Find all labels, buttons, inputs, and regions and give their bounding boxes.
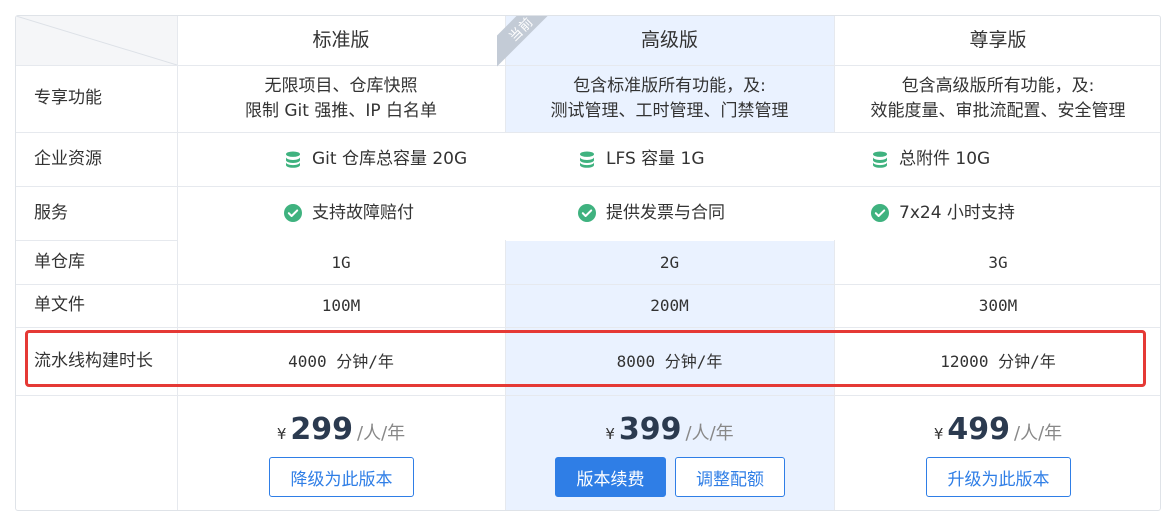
price-unit: /人/年 xyxy=(1014,423,1063,444)
price-standard: ¥ 299 /人/年 xyxy=(177,412,505,452)
service-item-compensation: 支持故障赔付 xyxy=(284,186,574,240)
price-amount-premium: 499 xyxy=(947,412,1011,447)
exclusive-premium-line2: 效能度量、审批流配置、安全管理 xyxy=(870,100,1126,121)
plan-comparison-table: 标准版 高级版 尊享版 当前 专享功能 无限项目、仓库快照 限制 Git 强推、… xyxy=(15,15,1161,511)
database-icon xyxy=(578,150,596,168)
single-file-premium: 300M xyxy=(978,296,1018,315)
pipeline-standard: 4000 分钟/年 xyxy=(288,351,394,371)
row-label-single-file: 单文件 xyxy=(34,295,85,315)
plan-header-standard: 标准版 xyxy=(312,29,370,51)
single-file-advanced: 200M xyxy=(650,296,689,315)
upgrade-button[interactable]: 升级为此版本 xyxy=(926,457,1071,497)
single-file-standard: 100M xyxy=(321,296,361,315)
resource-label-lfs: LFS 容量 1G xyxy=(606,148,705,169)
current-badge: 当前 xyxy=(497,16,564,72)
exclusive-advanced: 包含标准版所有功能，及: 测试管理、工时管理、门禁管理 xyxy=(505,65,834,132)
renew-button[interactable]: 版本续费 xyxy=(555,457,666,497)
check-circle-icon xyxy=(284,204,302,222)
resource-item-lfs: LFS 容量 1G xyxy=(578,132,828,186)
single-repo-premium: 3G xyxy=(988,252,1008,272)
plan-header-premium: 尊享版 xyxy=(969,29,1027,51)
database-icon xyxy=(871,150,889,168)
adjust-quota-button[interactable]: 调整配额 xyxy=(675,457,785,497)
service-item-support: 7x24 小时支持 xyxy=(871,186,1151,240)
check-circle-icon xyxy=(578,204,596,222)
price-amount-advanced: 399 xyxy=(618,412,682,447)
exclusive-premium: 包含高级版所有功能，及: 效能度量、审批流配置、安全管理 xyxy=(834,65,1160,132)
pipeline-premium: 12000 分钟/年 xyxy=(940,351,1056,371)
price-advanced: ¥ 399 /人/年 xyxy=(505,412,834,452)
row-label-resources: 企业资源 xyxy=(34,148,102,169)
service-item-invoice: 提供发票与合同 xyxy=(578,186,828,240)
service-label-support: 7x24 小时支持 xyxy=(899,202,1015,223)
pipeline-advanced: 8000 分钟/年 xyxy=(616,351,723,371)
header-corner xyxy=(16,16,177,65)
row-label-service: 服务 xyxy=(34,202,68,223)
resource-item-git: Git 仓库总容量 20G xyxy=(284,132,574,186)
service-label-compensation: 支持故障赔付 xyxy=(312,202,414,223)
row-label-pipeline: 流水线构建时长 xyxy=(34,350,153,371)
currency-symbol: ¥ xyxy=(276,425,287,443)
exclusive-advanced-line1: 包含标准版所有功能，及: xyxy=(573,75,766,96)
downgrade-button[interactable]: 降级为此版本 xyxy=(269,457,414,497)
database-icon xyxy=(284,150,302,168)
price-unit: /人/年 xyxy=(685,423,734,444)
resource-label-attachments: 总附件 10G xyxy=(899,148,991,169)
check-circle-icon xyxy=(871,204,889,222)
single-repo-standard: 1G xyxy=(331,252,351,272)
exclusive-standard-line1: 无限项目、仓库快照 xyxy=(264,75,418,96)
exclusive-standard: 无限项目、仓库快照 限制 Git 强推、IP 白名单 xyxy=(177,65,505,132)
currency-symbol: ¥ xyxy=(605,425,615,443)
resource-label-git: Git 仓库总容量 20G xyxy=(312,148,468,169)
currency-symbol: ¥ xyxy=(933,425,944,443)
row-label-exclusive: 专享功能 xyxy=(34,88,102,108)
resource-item-attachments: 总附件 10G xyxy=(871,132,1151,186)
exclusive-advanced-line2: 测试管理、工时管理、门禁管理 xyxy=(550,100,789,121)
row-label-single-repo: 单仓库 xyxy=(34,251,85,272)
price-unit: /人/年 xyxy=(357,423,406,444)
price-premium: ¥ 499 /人/年 xyxy=(834,412,1160,452)
exclusive-standard-line2: 限制 Git 强推、IP 白名单 xyxy=(244,100,438,121)
single-repo-advanced: 2G xyxy=(659,252,680,272)
exclusive-premium-line1: 包含高级版所有功能，及: xyxy=(901,75,1095,96)
price-amount-standard: 299 xyxy=(290,412,354,447)
service-label-invoice: 提供发票与合同 xyxy=(606,202,725,223)
